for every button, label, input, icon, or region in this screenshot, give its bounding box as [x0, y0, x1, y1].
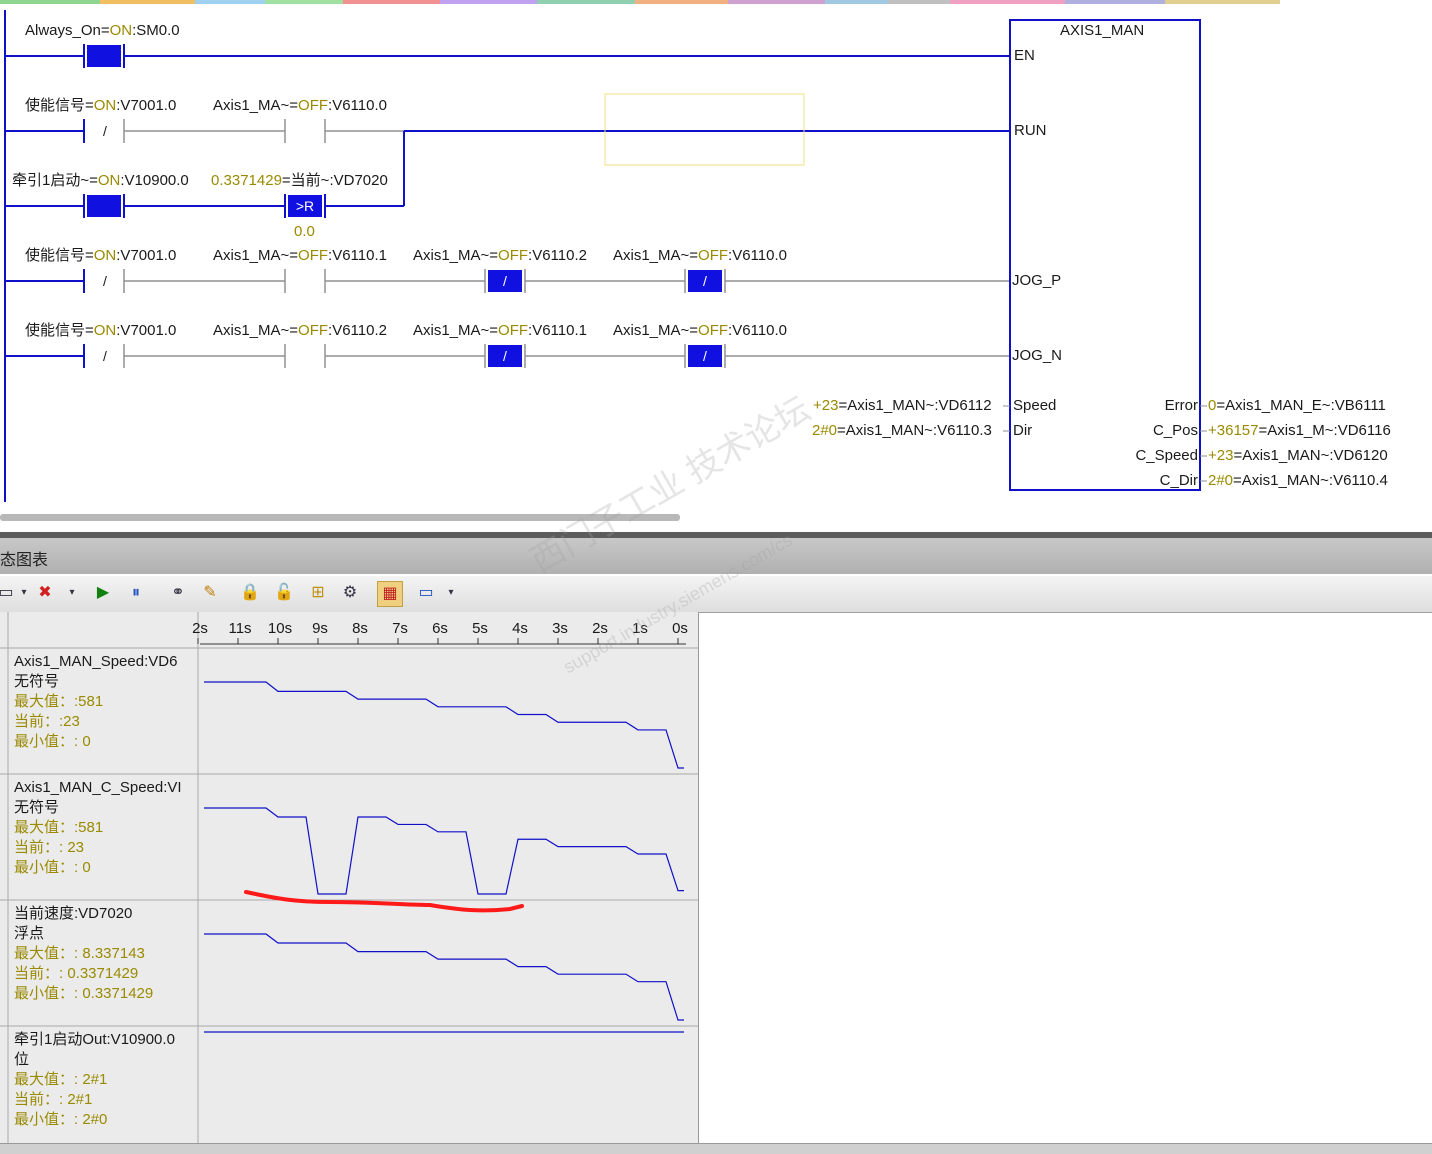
- pin-en: EN: [1014, 47, 1035, 64]
- pin-speed: Speed: [1013, 397, 1057, 414]
- bottom-tab-bar[interactable]: [0, 1143, 1432, 1154]
- contact-label[interactable]: Axis1_MA~=OFF:V6110.1: [413, 322, 587, 340]
- time-tick-label: 2s: [192, 620, 208, 637]
- delete-icon[interactable]: ✖: [33, 581, 57, 605]
- pin-run: RUN: [1014, 122, 1047, 139]
- nc-contact-symbol: /: [703, 273, 707, 289]
- contact-label[interactable]: 牵引1启动~=ON:V10900.0: [12, 172, 189, 190]
- contact-label[interactable]: Axis1_MA~=OFF:V6110.0: [613, 322, 787, 340]
- trend-max: 最大值：:581: [14, 693, 104, 710]
- time-tick-label: 10s: [267, 620, 293, 637]
- time-tick-label: 9s: [312, 620, 328, 637]
- pin-c-speed: C_Speed: [1135, 447, 1198, 464]
- trend-var-name: 当前速度:VD7020: [14, 905, 133, 922]
- contact-label[interactable]: Axis1_MA~=OFF:V6110.2: [413, 247, 587, 265]
- unforce-all-icon[interactable]: ⊞: [306, 581, 330, 605]
- dropdown-arrow-icon[interactable]: ▾: [439, 581, 463, 605]
- pin-dir: Dir: [1013, 422, 1033, 439]
- trend-current: 当前：: 23: [14, 839, 85, 856]
- trend-min: 最小值：: 0.3371429: [14, 985, 154, 1002]
- pin-c-pos: C_Pos: [1152, 422, 1198, 439]
- pin-c-dir: C_Dir: [1159, 472, 1198, 489]
- block-title[interactable]: AXIS1_MAN: [1060, 22, 1144, 40]
- time-tick-label: 0s: [672, 620, 688, 637]
- contact-label[interactable]: Axis1_MA~=OFF:V6110.0: [613, 247, 787, 265]
- time-tick-label: 8s: [352, 620, 368, 637]
- trend-series-line: [204, 681, 684, 769]
- trend-var-type: 位: [14, 1051, 30, 1068]
- pin-jog-p: JOG_P: [1012, 272, 1062, 289]
- trend-row-label[interactable]: Axis1_MAN_Speed:VD6 无符号最大值：:581 当前：:23 最小值：…: [14, 652, 177, 752]
- nc-contact-symbol: /: [103, 123, 107, 139]
- top-tab-strip: [0, 0, 1280, 4]
- contact-label[interactable]: Axis1_MA~=OFF:V6110.2: [213, 322, 387, 340]
- force-lock-icon[interactable]: 🔒: [238, 581, 262, 605]
- time-tick-label: 6s: [432, 620, 448, 637]
- trend-var-type: 无符号: [14, 799, 60, 816]
- trend-min: 最小值：: 2#0: [14, 1111, 108, 1128]
- trend-row-label[interactable]: 当前速度:VD7020 浮点最大值：: 8.337143 当前：: 0.337142…: [14, 904, 153, 1004]
- nc-contact-symbol: /: [103, 348, 107, 364]
- compare-label[interactable]: 0.3371429=当前~:VD7020: [211, 172, 388, 190]
- contact-label[interactable]: 使能信号=ON:V7001.0: [25, 97, 176, 115]
- tag-icon[interactable]: ▭: [414, 581, 438, 605]
- nc-contact-symbol: /: [703, 348, 707, 364]
- trend-var-type: 浮点: [14, 925, 45, 942]
- trend-series-line: [204, 933, 684, 1021]
- trend-series-line: [204, 807, 684, 895]
- speed-input-value[interactable]: +23=Axis1_MAN~:VD6112: [813, 397, 992, 415]
- unforce-icon[interactable]: 🔓: [272, 581, 296, 605]
- trend-view-icon[interactable]: ▦: [377, 581, 403, 607]
- trend-var-name: Axis1_MAN_C_Speed:VI: [14, 779, 182, 796]
- red-annotation-stroke: [244, 890, 524, 913]
- c-pos-output-value[interactable]: +36157=Axis1_M~:VD6116: [1208, 422, 1391, 440]
- trend-current: 当前：: 0.3371429: [14, 965, 139, 982]
- trend-var-name: 牵引1启动Out:V10900.0: [14, 1031, 175, 1048]
- trend-row-label[interactable]: Axis1_MAN_C_Speed:VI 无符号最大值：:581 当前：: 23 最小…: [14, 778, 182, 878]
- pin-jog-n: JOG_N: [1012, 347, 1063, 364]
- start-trend-icon[interactable]: ▶: [91, 581, 115, 605]
- nc-contact-symbol: /: [103, 273, 107, 289]
- time-tick-label: 11s: [228, 620, 252, 637]
- trend-max: 最大值：: 8.337143: [14, 945, 145, 962]
- c-speed-output-value[interactable]: +23=Axis1_MAN~:VD6120: [1208, 447, 1388, 465]
- trend-max: 最大值：: 2#1: [14, 1071, 108, 1088]
- time-tick-label: 3s: [552, 620, 568, 637]
- nc-contact-symbol: /: [503, 273, 507, 289]
- dropdown-arrow-icon[interactable]: ▾: [60, 581, 84, 605]
- contact-label[interactable]: Axis1_MA~=OFF:V6110.0: [213, 97, 387, 115]
- pin-error: Error: [1164, 397, 1198, 414]
- read-forced-icon[interactable]: ⚙: [338, 581, 362, 605]
- c-dir-output-value[interactable]: 2#0=Axis1_MAN~:V6110.4: [1208, 472, 1388, 490]
- trend-current: 当前：:23: [14, 713, 80, 730]
- panel-title: 态图表: [0, 552, 49, 569]
- time-tick-label: 7s: [392, 620, 408, 637]
- time-tick-label: 4s: [512, 620, 528, 637]
- dir-input-value[interactable]: 2#0=Axis1_MAN~:V6110.3: [812, 422, 992, 440]
- time-tick-label: 5s: [472, 620, 488, 637]
- contact-label[interactable]: Always_On=ON:SM0.0: [25, 22, 180, 40]
- pause-icon[interactable]: ⏸: [124, 581, 148, 605]
- trend-min: 最小值：: 0: [14, 733, 91, 750]
- contact-label[interactable]: Axis1_MA~=OFF:V6110.1: [213, 247, 387, 265]
- trend-min: 最小值：: 0: [14, 859, 91, 876]
- read-icon[interactable]: ⚭: [166, 581, 190, 605]
- trend-row-label[interactable]: 牵引1启动Out:V10900.0 位最大值：: 2#1 当前：: 2#1 最小值：:…: [14, 1030, 175, 1130]
- compare-ref: 0.0: [294, 223, 315, 240]
- trend-chart[interactable]: 2s 11s 10s 9s 8s 7s 6s 5s 4s 3s 2s 1s 0s Axis1_MAN_S…: [0, 612, 699, 1144]
- compare-op: >R: [295, 198, 315, 214]
- write-pencil-icon[interactable]: ✎: [198, 581, 222, 605]
- trend-max: 最大值：:581: [14, 819, 104, 836]
- error-output-value[interactable]: 0=Axis1_MAN_E~:VB6111: [1208, 397, 1386, 415]
- contact-label[interactable]: 使能信号=ON:V7001.0: [25, 247, 176, 265]
- trend-var-type: 无符号: [14, 673, 60, 690]
- contact-label[interactable]: 使能信号=ON:V7001.0: [25, 322, 176, 340]
- nc-contact-symbol: /: [503, 348, 507, 364]
- trend-var-name: Axis1_MAN_Speed:VD6: [14, 653, 178, 670]
- trend-current: 当前：: 2#1: [14, 1091, 93, 1108]
